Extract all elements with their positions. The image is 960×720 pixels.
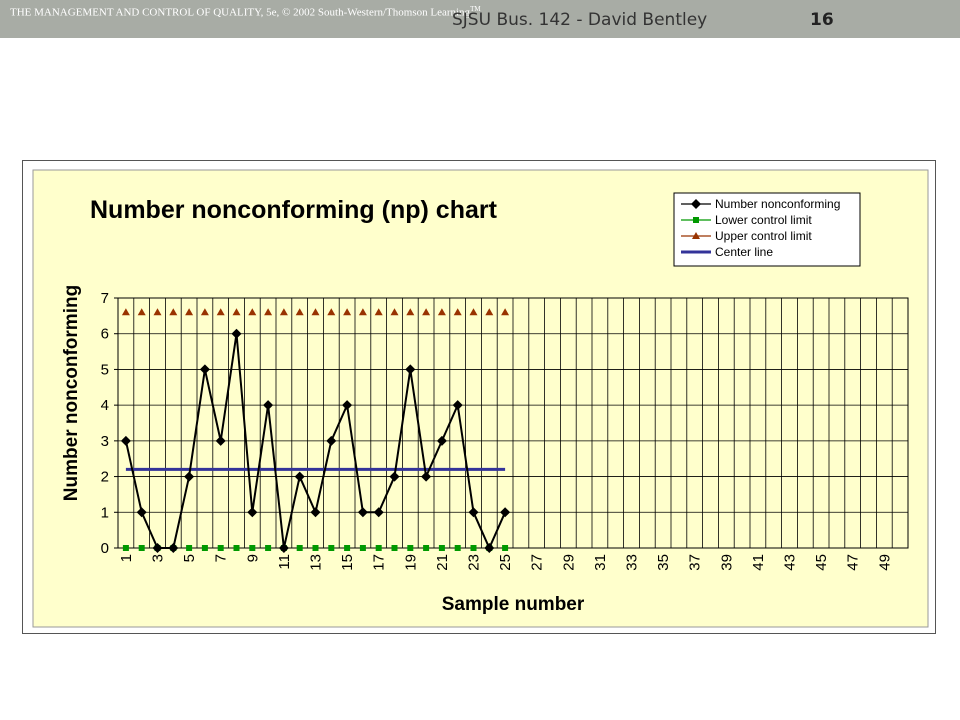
square-marker [375, 545, 382, 551]
y-tick-label: 0 [101, 540, 109, 557]
y-axis-label: Number nonconforming [61, 285, 82, 501]
legend: Number nonconforming Lower control limit U… [673, 192, 861, 267]
square-marker [249, 545, 256, 551]
x-tick-label: 5 [181, 554, 198, 562]
x-tick-label: 47 [845, 554, 862, 571]
square-marker [344, 545, 351, 551]
square-marker [693, 217, 699, 223]
y-tick-label: 6 [101, 326, 109, 343]
x-tick-label: 45 [813, 554, 830, 571]
square-marker [423, 545, 430, 551]
x-tick-label: 35 [655, 554, 672, 571]
square-marker [233, 545, 240, 551]
x-tick-label: 25 [497, 554, 514, 571]
square-marker [186, 545, 193, 551]
square-marker [391, 545, 398, 551]
legend-label: Lower control limit [715, 213, 812, 227]
x-tick-label: 29 [560, 554, 577, 571]
x-tick-label: 33 [624, 554, 641, 571]
x-tick-label: 17 [371, 554, 388, 571]
x-tick-label: 1 [118, 554, 135, 562]
y-tick-label: 3 [101, 433, 109, 450]
y-tick-label: 1 [101, 504, 109, 521]
x-tick-label: 49 [876, 554, 893, 571]
square-marker [359, 545, 366, 551]
square-marker [454, 545, 461, 551]
square-marker [265, 545, 272, 551]
square-marker [201, 545, 208, 551]
x-axis-label: Sample number [442, 594, 585, 615]
x-tick-label: 9 [244, 554, 261, 562]
legend-label: Center line [715, 245, 773, 259]
x-tick-label: 41 [750, 554, 767, 571]
square-marker [122, 545, 129, 551]
square-marker [312, 545, 319, 551]
legend-label: Number nonconforming [715, 197, 840, 211]
np-chart: 012345671 3 5 7 9 11 13 15 17 19 21 23 25 27 29 31 33 35 3… [32, 169, 929, 628]
square-marker [328, 545, 335, 551]
y-tick-label: 4 [101, 397, 109, 414]
x-tick-label: 39 [718, 554, 735, 571]
x-tick-label: 23 [466, 554, 483, 571]
x-tick-label: 3 [150, 554, 167, 562]
y-tick-label: 2 [101, 469, 109, 486]
legend-label: Upper control limit [715, 229, 812, 243]
x-tick-label: 7 [213, 554, 230, 562]
x-tick-label: 19 [402, 554, 419, 571]
x-tick-label: 31 [592, 554, 609, 571]
square-marker [407, 545, 414, 551]
chart-title: Number nonconforming (np) chart [90, 196, 498, 224]
square-marker [438, 545, 445, 551]
square-marker [470, 545, 477, 551]
y-tick-label: 5 [101, 361, 109, 378]
y-tick-label: 7 [101, 290, 109, 307]
x-tick-label: 11 [276, 554, 293, 570]
x-tick-label: 37 [687, 554, 704, 571]
x-tick-label: 27 [529, 554, 546, 571]
x-tick-label: 43 [782, 554, 799, 571]
x-tick-label: 21 [434, 554, 451, 571]
square-marker [217, 545, 224, 551]
square-marker [138, 545, 145, 551]
x-tick-label: 15 [339, 554, 356, 571]
x-tick-label: 13 [308, 554, 325, 571]
square-marker [502, 545, 509, 551]
square-marker [296, 545, 303, 551]
